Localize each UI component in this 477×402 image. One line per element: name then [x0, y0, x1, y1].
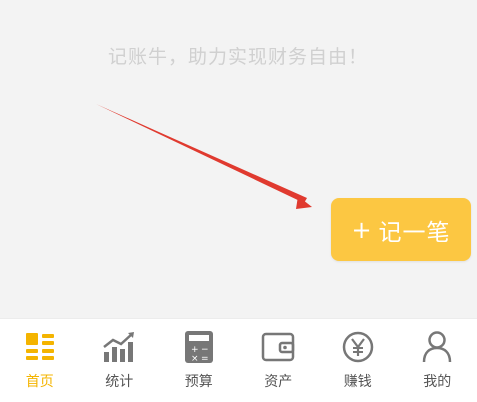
- arrow-shaft: [96, 104, 307, 203]
- tab-profile-label: 我的: [423, 374, 452, 390]
- tab-earn[interactable]: 赚钱: [318, 319, 398, 402]
- tab-statistics[interactable]: 统计: [80, 319, 160, 402]
- tab-home[interactable]: 首页: [0, 319, 80, 402]
- tab-profile[interactable]: 我的: [398, 319, 477, 402]
- tab-budget[interactable]: + − × = 预算: [159, 319, 239, 402]
- person-icon: [419, 329, 455, 365]
- tab-assets[interactable]: 资产: [239, 319, 319, 402]
- tab-earn-label: 赚钱: [343, 374, 372, 390]
- tab-assets-label: 资产: [264, 374, 293, 390]
- bottom-tab-bar: 首页 统计 + − × = 预算 资产 赚钱 我的: [0, 318, 477, 402]
- tab-statistics-label: 统计: [105, 374, 134, 390]
- home-grid-icon: [22, 329, 58, 365]
- yuan-icon: [340, 329, 376, 365]
- app-screen: 记账牛，助力实现财务自由！ + 记一笔 首页 统计 + − × = 预算 资产 …: [0, 0, 477, 402]
- svg-text:=: =: [201, 354, 209, 364]
- chart-icon: [101, 329, 137, 365]
- calculator-icon: + − × =: [181, 329, 217, 365]
- add-record-button[interactable]: + 记一笔: [331, 198, 471, 261]
- wallet-icon: [260, 329, 296, 365]
- svg-text:×: ×: [191, 354, 199, 364]
- add-record-label: 记一笔: [378, 219, 451, 246]
- plus-icon: +: [351, 215, 373, 244]
- tab-home-label: 首页: [25, 374, 54, 390]
- tab-budget-label: 预算: [184, 374, 213, 390]
